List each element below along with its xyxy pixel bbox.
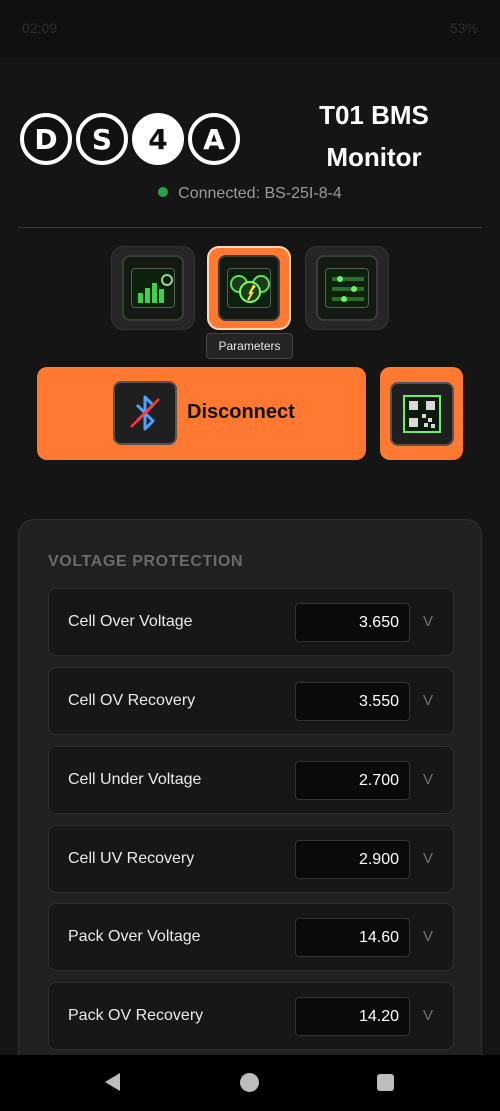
gauges-icon [218, 255, 280, 321]
header-divider [18, 227, 482, 228]
param-row-cell-over-voltage: Cell Over Voltage V [48, 588, 454, 656]
home-icon[interactable] [240, 1073, 259, 1092]
param-row-pack-over-voltage: Pack Over Voltage V [48, 903, 454, 971]
cell-under-voltage-input[interactable] [295, 761, 410, 800]
tab-tooltip: Parameters [206, 333, 293, 359]
battery-level: 53% [449, 20, 478, 36]
disconnect-label: Disconnect [187, 401, 295, 423]
param-label: Cell UV Recovery [68, 850, 195, 867]
logo-letter-a: A [188, 113, 240, 165]
dashboard-monitor-icon [122, 255, 184, 321]
tab-dashboard[interactable] [111, 246, 195, 330]
tab-parameters[interactable] [207, 246, 291, 330]
cell-over-voltage-input[interactable] [295, 603, 410, 642]
section-title: VOLTAGE PROTECTION [48, 553, 244, 570]
param-unit: V [423, 613, 434, 630]
param-unit: V [423, 928, 434, 945]
param-row-pack-ov-recovery: Pack OV Recovery V [48, 982, 454, 1050]
param-unit: V [423, 771, 434, 788]
param-unit: V [423, 692, 434, 709]
param-label: Cell Under Voltage [68, 771, 202, 788]
connection-dot-icon [158, 187, 169, 197]
status-bar: 02:09 53% [0, 0, 500, 58]
connection-text: Connected: BS-25I-8-4 [178, 185, 342, 202]
logo-letter-d: D [20, 113, 72, 165]
pack-ov-recovery-input[interactable] [295, 997, 410, 1036]
connection-status: Connected: BS-25I-8-4 [0, 185, 500, 203]
ds4a-logo: D S 4 A [20, 113, 240, 165]
param-row-cell-uv-recovery: Cell UV Recovery V [48, 825, 454, 893]
param-label: Cell Over Voltage [68, 613, 193, 630]
param-row-cell-ov-recovery: Cell OV Recovery V [48, 667, 454, 735]
status-time: 02:09 [22, 20, 58, 36]
tab-settings[interactable] [305, 246, 389, 330]
qr-code-icon [389, 381, 454, 446]
param-unit: V [423, 850, 434, 867]
pack-over-voltage-input[interactable] [295, 918, 410, 957]
logo-letter-s: S [76, 113, 128, 165]
disconnect-button[interactable]: Disconnect [37, 367, 366, 460]
bluetooth-icon [113, 381, 177, 445]
param-label: Cell OV Recovery [68, 692, 196, 709]
cell-uv-recovery-input[interactable] [295, 840, 410, 879]
param-unit: V [423, 1007, 434, 1024]
logo-letter-4: 4 [132, 113, 184, 165]
param-row-cell-under-voltage: Cell Under Voltage V [48, 746, 454, 814]
recent-apps-icon[interactable] [377, 1074, 394, 1091]
qr-scan-button[interactable] [380, 367, 463, 460]
app-title: T01 BMS Monitor [319, 100, 429, 172]
cell-ov-recovery-input[interactable] [295, 682, 410, 721]
param-label: Pack Over Voltage [68, 928, 201, 945]
system-navigation-bar [0, 1055, 500, 1111]
back-icon[interactable] [105, 1073, 120, 1091]
param-label: Pack OV Recovery [68, 1007, 204, 1024]
voltage-protection-card: VOLTAGE PROTECTION Cell Over Voltage V C… [18, 519, 482, 1079]
sliders-icon [316, 255, 378, 321]
